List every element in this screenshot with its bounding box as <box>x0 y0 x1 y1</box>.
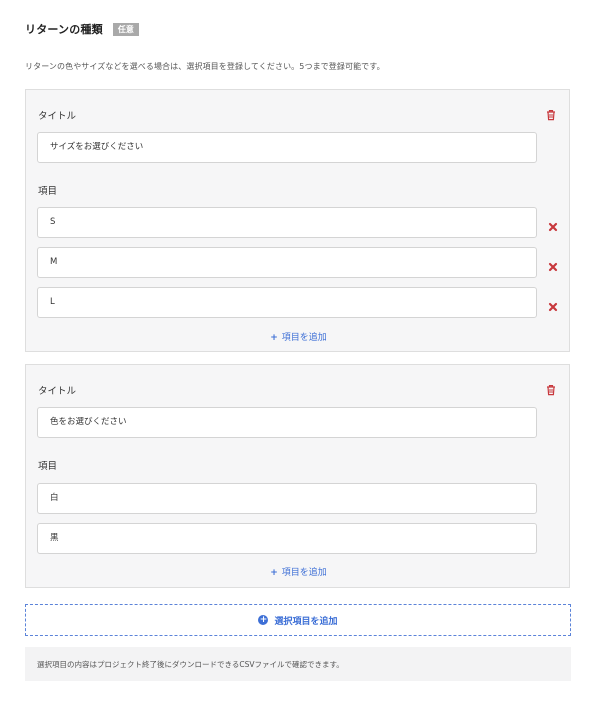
item-input[interactable]: M <box>37 247 537 278</box>
trash-icon[interactable] <box>545 106 557 121</box>
add-item-label: 項目を追加 <box>281 568 327 578</box>
section-header: リターンの種類 任意 <box>25 21 139 37</box>
plus-icon: + <box>270 568 278 578</box>
section-description: リターンの色やサイズなどを選べる場合は、選択項目を登録してください。5つまで登録… <box>25 62 385 71</box>
title-label: タイトル <box>38 111 77 122</box>
plus-circle-icon: + <box>258 615 269 625</box>
add-choice-button[interactable]: + 選択項目を追加 <box>25 604 571 636</box>
return-options-editor: リターンの種類 任意 リターンの色やサイズなどを選べる場合は、選択項目を登録して… <box>0 0 599 704</box>
title-label: タイトル <box>38 386 77 397</box>
add-item-label: 項目を追加 <box>281 333 327 343</box>
item-input[interactable]: L <box>37 287 537 318</box>
add-item-button[interactable]: + 項目を追加 <box>26 565 571 578</box>
choice-group-2: タイトル 色をお選びください 項目 白 黒 + 項目を追加 <box>25 364 570 588</box>
section-title: リターンの種類 <box>25 23 103 36</box>
items-label: 項目 <box>38 186 58 197</box>
close-x-icon[interactable] <box>548 297 558 312</box>
title-input[interactable]: サイズをお選びください <box>37 132 537 163</box>
optional-badge: 任意 <box>112 22 139 36</box>
item-input[interactable]: 白 <box>37 483 537 514</box>
csv-note: 選択項目の内容はプロジェクト終了後にダウンロードできるCSVファイルで確認できま… <box>25 647 571 681</box>
close-x-icon[interactable] <box>548 217 558 232</box>
choice-group-1: タイトル サイズをお選びください 項目 S M L + 項目を追加 <box>25 89 570 352</box>
item-input[interactable]: 黒 <box>37 523 537 554</box>
plus-icon: + <box>270 333 278 343</box>
close-x-icon[interactable] <box>548 257 558 272</box>
items-label: 項目 <box>38 461 58 472</box>
trash-icon[interactable] <box>545 381 557 396</box>
item-input[interactable]: S <box>37 207 537 238</box>
add-choice-label: 選択項目を追加 <box>274 616 338 627</box>
title-input[interactable]: 色をお選びください <box>37 407 537 438</box>
add-item-button[interactable]: + 項目を追加 <box>26 330 571 343</box>
